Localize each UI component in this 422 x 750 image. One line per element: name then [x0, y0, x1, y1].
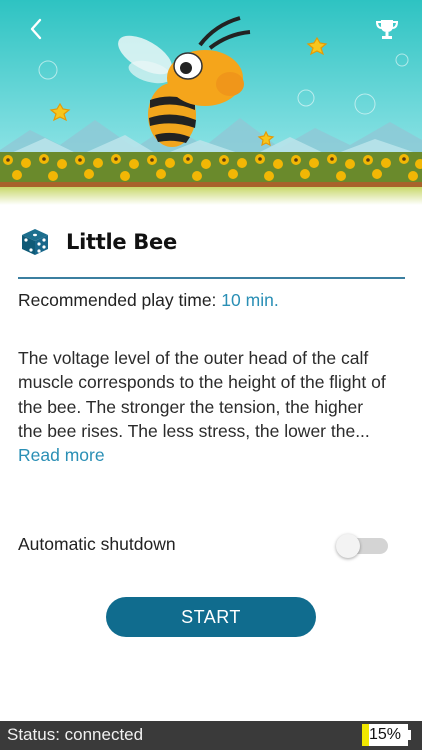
game-description: The voltage level of the outer head of t… [18, 346, 390, 467]
chevron-left-icon [30, 18, 42, 40]
battery-tip [408, 730, 411, 740]
start-button[interactable]: START [106, 597, 316, 637]
achievements-button[interactable] [372, 14, 402, 44]
hero-banner [0, 0, 422, 205]
play-time-label: Recommended play time: [18, 290, 222, 310]
status-bar: Status: connected [0, 721, 422, 750]
trophy-icon [375, 20, 399, 39]
back-button[interactable] [22, 14, 52, 44]
description-text: The voltage level of the outer head of t… [18, 348, 386, 441]
play-time-value: 10 min. [221, 290, 279, 310]
game-header: Little Bee [20, 224, 404, 260]
read-more-link[interactable]: Read more [18, 445, 105, 465]
game-illustration [0, 0, 422, 205]
battery-indicator: 15% [362, 724, 408, 746]
toggle-knob [336, 534, 360, 558]
connection-status: Status: connected [7, 725, 144, 744]
automatic-shutdown-toggle[interactable] [336, 534, 388, 558]
game-title: Little Bee [66, 230, 177, 254]
automatic-shutdown-label: Automatic shutdown [18, 534, 176, 554]
header-divider [18, 277, 405, 279]
dice-icon [22, 229, 48, 255]
recommended-play-time: Recommended play time: 10 min. [18, 290, 279, 311]
battery-percentage: 15% [368, 726, 402, 743]
